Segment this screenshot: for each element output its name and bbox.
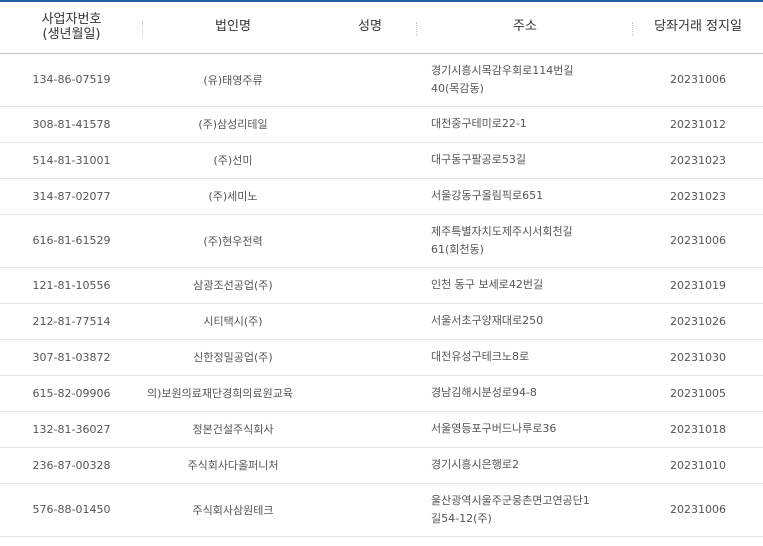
corp-name-cell: 의)보원의료재단경희의료원교육 — [143, 375, 323, 412]
table-row: 314-87-02077 (주)세미노 서울강동구올림픽로651 2023102… — [0, 178, 763, 215]
table-row: 212-81-77514 시티택시(주) 서울서초구양재대로250 202310… — [0, 303, 763, 340]
biz-no-cell: 134-86-07519 — [0, 53, 143, 107]
table-row: 121-81-10556 삼광조선공업(주) 인천 동구 보세로42번길 202… — [0, 267, 763, 304]
corp-name-cell: (유)태영주류 — [143, 53, 323, 107]
person-name-cell — [323, 214, 417, 268]
bounced-check-table: 사업자번호 (생년월일) 법인명 성명 주소 당좌거래 정지일 134-86-0… — [0, 0, 763, 537]
bounced-check-table-container: 사업자번호 (생년월일) 법인명 성명 주소 당좌거래 정지일 134-86-0… — [0, 0, 763, 546]
person-name-cell — [323, 267, 417, 304]
stop-date-cell: 20231019 — [633, 267, 763, 304]
person-name-cell — [323, 303, 417, 340]
table-row: 236-87-00328 주식회사다올퍼니처 경기시흥시은행로2 2023101… — [0, 447, 763, 484]
stop-date-cell: 20231010 — [633, 447, 763, 484]
address-cell: 대전유성구테크노8로 — [417, 339, 633, 376]
stop-date-cell: 20231006 — [633, 214, 763, 268]
stop-date-cell: 20231023 — [633, 178, 763, 215]
biz-no-cell: 576-88-01450 — [0, 483, 143, 537]
person-name-cell — [323, 142, 417, 179]
header-biz-no: 사업자번호 (생년월일) — [0, 0, 143, 54]
stop-date-cell: 20231005 — [633, 375, 763, 412]
address-cell: 대구동구팔공로53길 — [417, 142, 633, 179]
corp-name-cell: 정본건설주식회사 — [143, 411, 323, 448]
biz-no-cell: 236-87-00328 — [0, 447, 143, 484]
person-name-cell — [323, 53, 417, 107]
corp-name-cell: 주식회사다올퍼니처 — [143, 447, 323, 484]
corp-name-cell: (주)세미노 — [143, 178, 323, 215]
address-cell: 경남김해시분성로94-8 — [417, 375, 633, 412]
biz-no-cell: 121-81-10556 — [0, 267, 143, 304]
table-row: 307-81-03872 신한정밀공업(주) 대전유성구테크노8로 202310… — [0, 339, 763, 376]
table-row: 576-88-01450 주식회사삼원테크 울산광역시울주군웅촌면고연공단1 길5… — [0, 483, 763, 537]
stop-date-cell: 20231023 — [633, 142, 763, 179]
biz-no-cell: 616-81-61529 — [0, 214, 143, 268]
biz-no-cell: 132-81-36027 — [0, 411, 143, 448]
header-name: 성명 — [323, 0, 417, 54]
stop-date-cell: 20231018 — [633, 411, 763, 448]
person-name-cell — [323, 447, 417, 484]
biz-no-cell: 212-81-77514 — [0, 303, 143, 340]
person-name-cell — [323, 375, 417, 412]
table-row: 308-81-41578 (주)삼성리테일 대전중구테미로22-1 202310… — [0, 106, 763, 143]
table-row: 514-81-31001 (주)선미 대구동구팔공로53길 20231023 — [0, 142, 763, 179]
corp-name-cell: 삼광조선공업(주) — [143, 267, 323, 304]
table-row: 134-86-07519 (유)태영주류 경기시흥시목감우회로114번길 40(목… — [0, 53, 763, 107]
header-corp-name: 법인명 — [143, 0, 323, 54]
address-cell: 경기시흥시은행로2 — [417, 447, 633, 484]
biz-no-cell: 307-81-03872 — [0, 339, 143, 376]
corp-name-cell: (주)선미 — [143, 142, 323, 179]
address-cell: 서울영등포구버드나루로36 — [417, 411, 633, 448]
stop-date-cell: 20231030 — [633, 339, 763, 376]
biz-no-cell: 314-87-02077 — [0, 178, 143, 215]
address-cell: 경기시흥시목감우회로114번길 40(목감동) — [417, 53, 633, 107]
corp-name-cell: 주식회사삼원테크 — [143, 483, 323, 537]
person-name-cell — [323, 178, 417, 215]
table-row: 616-81-61529 (주)현우전력 제주특별자치도제주시서회천길 61(회천… — [0, 214, 763, 268]
biz-no-cell: 514-81-31001 — [0, 142, 143, 179]
person-name-cell — [323, 106, 417, 143]
header-address: 주소 — [417, 0, 633, 54]
biz-no-cell: 615-82-09906 — [0, 375, 143, 412]
corp-name-cell: (주)현우전력 — [143, 214, 323, 268]
stop-date-cell: 20231006 — [633, 53, 763, 107]
header-stop-date: 당좌거래 정지일 — [633, 0, 763, 54]
table-header-row: 사업자번호 (생년월일) 법인명 성명 주소 당좌거래 정지일 — [0, 0, 763, 54]
person-name-cell — [323, 411, 417, 448]
address-cell: 서울서초구양재대로250 — [417, 303, 633, 340]
stop-date-cell: 20231026 — [633, 303, 763, 340]
corp-name-cell: 시티택시(주) — [143, 303, 323, 340]
stop-date-cell: 20231012 — [633, 106, 763, 143]
person-name-cell — [323, 339, 417, 376]
address-cell: 제주특별자치도제주시서회천길 61(회천동) — [417, 214, 633, 268]
address-cell: 대전중구테미로22-1 — [417, 106, 633, 143]
stop-date-cell: 20231006 — [633, 483, 763, 537]
corp-name-cell: 신한정밀공업(주) — [143, 339, 323, 376]
biz-no-cell: 308-81-41578 — [0, 106, 143, 143]
table-row: 132-81-36027 정본건설주식회사 서울영등포구버드나루로36 2023… — [0, 411, 763, 448]
table-row: 615-82-09906 의)보원의료재단경희의료원교육 경남김해시분성로94-… — [0, 375, 763, 412]
address-cell: 울산광역시울주군웅촌면고연공단1 길54-12(주) — [417, 483, 633, 537]
person-name-cell — [323, 483, 417, 537]
address-cell: 서울강동구올림픽로651 — [417, 178, 633, 215]
corp-name-cell: (주)삼성리테일 — [143, 106, 323, 143]
address-cell: 인천 동구 보세로42번길 — [417, 267, 633, 304]
